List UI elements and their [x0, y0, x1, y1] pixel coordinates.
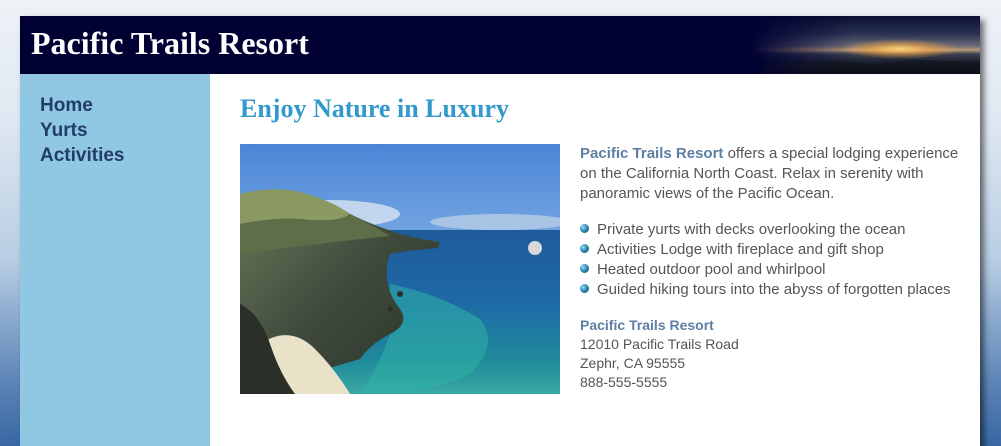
bullet-icon [580, 284, 589, 293]
nav-link-yurts[interactable]: Yurts [40, 120, 88, 141]
bullet-icon [580, 224, 589, 233]
nav-link-activities[interactable]: Activities [40, 145, 124, 166]
contact-info: Pacific Trails Resort 12010 Pacific Trai… [580, 316, 960, 392]
contact-phone: 888-555-5555 [580, 374, 668, 390]
feature-text: Private yurts with decks overlooking the… [597, 221, 906, 238]
nav-link-home[interactable]: Home [40, 95, 93, 116]
sidebar-nav: Home Yurts Activities [20, 74, 210, 446]
nav-item-activities: Activities [40, 144, 210, 169]
nav-item-yurts: Yurts [40, 119, 210, 144]
nav-item-home: Home [40, 94, 210, 119]
list-item: Activities Lodge with fireplace and gift… [580, 240, 960, 260]
site-header: Pacific Trails Resort [20, 16, 980, 74]
contact-name: Pacific Trails Resort [580, 317, 714, 333]
list-item: Private yurts with decks overlooking the… [580, 220, 960, 240]
nav-list: Home Yurts Activities [20, 74, 210, 169]
feature-text: Guided hiking tours into the abyss of fo… [597, 281, 951, 298]
content-column: Pacific Trails Resort offers a special l… [580, 144, 960, 392]
contact-street: 12010 Pacific Trails Road [580, 336, 739, 352]
list-item: Heated outdoor pool and whirlpool [580, 260, 960, 280]
bullet-icon [580, 264, 589, 273]
main-content: Enjoy Nature in Luxury Pacific Trails Re… [210, 74, 980, 446]
features-list: Private yurts with decks overlooking the… [580, 220, 960, 300]
page-heading: Enjoy Nature in Luxury [240, 94, 509, 123]
coastline-photo [240, 144, 560, 394]
page-wrapper: Pacific Trails Resort Home Yurts Activit… [20, 16, 980, 446]
intro-paragraph: Pacific Trails Resort offers a special l… [580, 144, 960, 204]
feature-text: Activities Lodge with fireplace and gift… [597, 241, 884, 258]
intro-resort-name: Pacific Trails Resort [580, 145, 724, 162]
contact-city: Zephr, CA 95555 [580, 355, 686, 371]
list-item: Guided hiking tours into the abyss of fo… [580, 280, 960, 300]
site-title: Pacific Trails Resort [31, 25, 309, 61]
bullet-icon [580, 244, 589, 253]
feature-text: Heated outdoor pool and whirlpool [597, 261, 826, 278]
